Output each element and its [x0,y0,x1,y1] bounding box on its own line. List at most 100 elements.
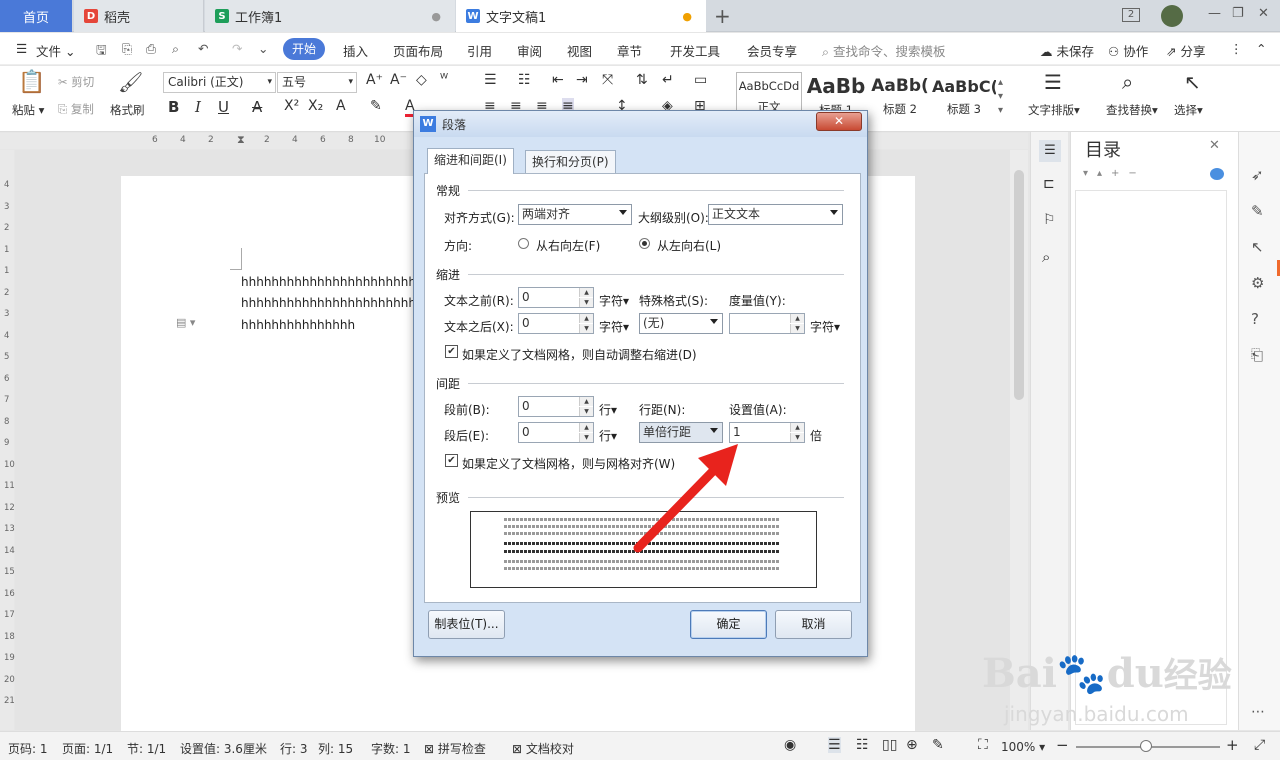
table-border-icon[interactable]: ▭ [694,72,707,88]
unsaved-status[interactable]: ☁ 未保存 [1040,41,1094,60]
phonetic-icon[interactable]: ᵂ [440,72,448,87]
format-painter-button[interactable]: 格式刷 [110,102,145,118]
tab-indent-spacing[interactable]: 缩进和间距(I) [427,148,514,174]
spin-down-icon[interactable]: ▼ [790,324,804,333]
vertical-scrollbar[interactable] [1010,150,1028,730]
ok-button[interactable]: 确定 [690,610,767,639]
menu-view[interactable]: 视图 [567,41,592,60]
scrollbar-thumb[interactable] [1014,170,1024,400]
toc-ai-icon[interactable] [1210,168,1224,180]
italic-icon[interactable]: I [195,98,201,116]
align-select[interactable]: 两端对齐 [518,204,632,225]
status-setting[interactable]: 设置值: 3.6厘米 [180,740,267,757]
redo-icon[interactable]: ↷ [232,41,242,56]
status-row[interactable]: 行: 3 [280,740,308,757]
unit-char-select[interactable]: 字符▾ [599,292,629,309]
rtl-radio[interactable] [518,238,529,249]
menu-chapter[interactable]: 章节 [617,41,642,60]
proofread-button[interactable]: ⊠ 文档校对 [512,740,574,757]
tab-home[interactable]: 首页 [0,0,72,32]
grow-font-icon[interactable]: A⁺ [366,72,383,88]
close-window-icon[interactable]: ✕ [1258,6,1269,21]
cut-button[interactable]: ✂ 剪切 [58,74,94,90]
zoom-slider-thumb[interactable] [1140,740,1152,752]
space-before-spinner[interactable]: 0 ▲ ▼ [518,396,594,417]
print-preview-icon[interactable]: ⌕ [172,41,179,57]
print-icon[interactable]: ⎙ [146,41,156,57]
document-text-line[interactable]: hhhhhhhhhhhhhhh [241,318,355,332]
zoom-in-icon[interactable]: + [1226,736,1239,754]
dialog-titlebar[interactable]: W 段落 ✕ [414,111,867,137]
web-view-icon[interactable]: ⊕ [906,737,918,753]
paste-button[interactable]: 粘贴 ▾ [12,102,44,118]
styles-scroll-icon[interactable]: ▴ ▾ ▾ [998,76,1003,118]
paste-icon[interactable]: 📋 [18,70,45,95]
menu-review[interactable]: 审阅 [517,41,542,60]
rtl-label[interactable]: 从右向左(F) [536,237,600,254]
chinese-layout-icon[interactable]: ⤧ [602,72,613,88]
search-icon[interactable]: ⌕ [1042,248,1050,266]
menu-page-layout[interactable]: 页面布局 [393,41,443,60]
menu-member[interactable]: 会员专享 [747,41,797,60]
document-text-line[interactable]: hhhhhhhhhhhhhhhhhhhhhhhhh [241,296,431,310]
tab-sheet[interactable]: S 工作簿1 ● [205,0,455,32]
menu-references[interactable]: 引用 [467,41,492,60]
bookmark-icon[interactable]: ⚐ [1043,212,1056,228]
zoom-select[interactable]: 100% ▾ [1001,740,1045,754]
ltr-radio[interactable] [639,238,650,249]
text-layout-icon[interactable]: ☰ [1044,70,1062,94]
spin-up-icon[interactable]: ▲ [579,423,593,432]
tab-daoke[interactable]: D 稻壳 [74,0,204,32]
subscript-icon[interactable]: X₂ [308,98,323,114]
outline-select[interactable]: 正文文本 [708,204,843,225]
clear-format-icon[interactable]: ◇ [416,72,427,88]
highlight-icon[interactable]: ✎ [370,98,382,114]
spin-up-icon[interactable]: ▲ [790,423,804,432]
unit-line-select[interactable]: 行▾ [599,427,617,444]
decrease-indent-icon[interactable]: ⇤ [552,72,564,88]
grid-indent-label[interactable]: 如果定义了文档网格，则自动调整右缩进(D) [462,346,697,363]
numbering-icon[interactable]: ☷ [518,72,531,88]
bold-icon[interactable]: B [168,98,179,116]
select-button[interactable]: 选择▾ [1174,102,1203,118]
after-text-spinner[interactable]: 0 ▲ ▼ [518,313,594,334]
tab-document[interactable]: W 文字文稿1 ● [456,0,706,32]
spin-up-icon[interactable]: ▲ [579,288,593,297]
style-heading-2[interactable]: AaBb( 标题 2 [868,72,932,122]
font-size-select[interactable]: 五号 ▾ [277,72,357,93]
increase-indent-icon[interactable]: ⇥ [576,72,588,88]
menu-insert[interactable]: 插入 [343,41,368,60]
menu-file[interactable]: 文件 ⌄ [36,41,75,60]
vertical-ruler[interactable]: 4 3 2 1 1 2 3 4 5 6 7 8 9 10 11 12 13 14 15 16 17 18 19 20 21 [0,150,15,730]
copy-button[interactable]: ⎘ 复制 [58,101,94,117]
undo-icon[interactable]: ↶ [198,41,208,56]
spin-down-icon[interactable]: ▼ [790,433,804,442]
spin-down-icon[interactable]: ▼ [579,324,593,333]
spin-up-icon[interactable]: ▲ [579,314,593,323]
settings-icon[interactable]: ⚙ [1251,274,1264,292]
unit-line-select[interactable]: 行▾ [599,401,617,418]
spin-down-icon[interactable]: ▼ [579,407,593,416]
status-section[interactable]: 节: 1/1 [127,740,166,757]
restore-icon[interactable]: ❐ [1232,6,1244,21]
spin-down-icon[interactable]: ▼ [579,298,593,307]
collapse-ribbon-icon[interactable]: ⌃ [1256,41,1266,56]
measure-spinner[interactable]: ▲ ▼ [729,313,805,334]
pen-icon[interactable]: ✎ [1251,202,1264,220]
help-icon[interactable]: ? [1251,310,1259,328]
special-format-select[interactable]: (无) [639,313,723,334]
outline-icon[interactable]: ☰ [1039,140,1061,162]
cancel-button[interactable]: 取消 [775,610,852,639]
text-effect-icon[interactable]: A [336,98,346,114]
outline-view-icon[interactable]: ☷ [856,737,869,753]
more-icon[interactable]: ⋯ [1251,704,1265,720]
more-icon[interactable]: ⋮ [1230,41,1243,56]
menu-developer[interactable]: 开发工具 [670,41,720,60]
strikethrough-icon[interactable]: A [252,98,262,116]
status-col[interactable]: 列: 15 [318,740,353,757]
sort-icon[interactable]: ⇅ [636,72,648,88]
add-tab-icon[interactable]: + [714,4,731,28]
underline-icon[interactable]: U [218,98,229,116]
superscript-icon[interactable]: X² [284,98,299,114]
eye-icon[interactable]: ◉ [784,737,796,753]
